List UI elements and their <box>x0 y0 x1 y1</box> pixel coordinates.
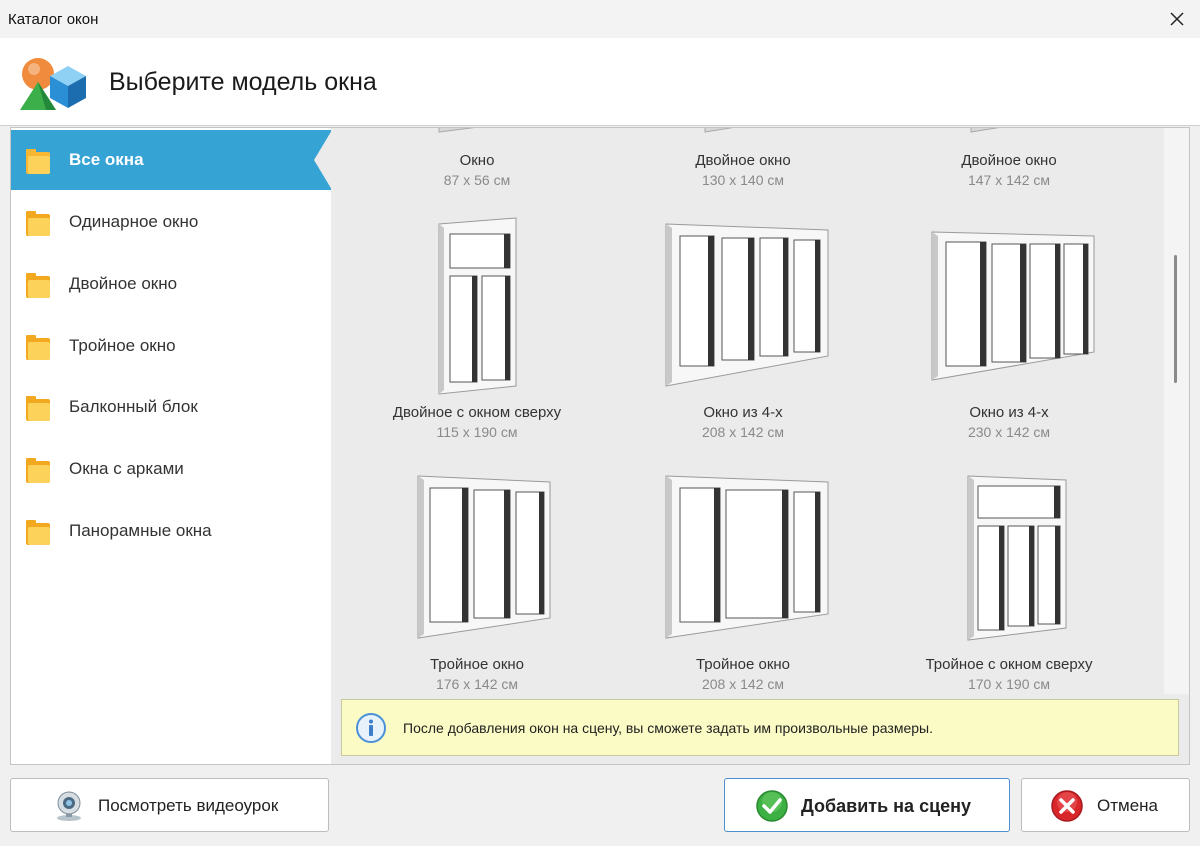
window-triple-icon <box>417 475 551 639</box>
folder-icon <box>26 335 50 360</box>
folder-icon <box>26 273 50 298</box>
window-model-item[interactable]: Двойное окно 130 x 140 см <box>610 128 876 188</box>
category-triple-window[interactable]: Тройное окно <box>11 316 331 376</box>
item-size: 147 x 142 см <box>967 172 1050 188</box>
cancel-circle-icon <box>1051 790 1083 822</box>
window-double-icon <box>704 128 734 133</box>
window-titlebar: Каталог окон <box>0 0 1200 38</box>
scrollbar-thumb[interactable] <box>1174 255 1177 383</box>
window-model-grid: Окно 87 x 56 см Двойное окно 130 x 140 с… <box>332 128 1164 694</box>
selection-arrow <box>314 130 332 190</box>
category-panoramic-windows[interactable]: Панорамные окна <box>11 501 331 561</box>
category-label: Все окна <box>69 150 144 169</box>
catalog-panel: Все окна Одинарное окно Двойное окно Тро… <box>10 127 1190 765</box>
item-size: 208 x 142 см <box>701 424 784 440</box>
item-size: 87 x 56 см <box>443 172 511 188</box>
window-triple-top-icon <box>967 475 1067 641</box>
item-size: 230 x 142 см <box>967 424 1050 440</box>
window-double-top-icon <box>438 217 517 395</box>
category-arched-windows[interactable]: Окна с арками <box>11 439 331 499</box>
cancel-button[interactable]: Отмена <box>1021 778 1190 832</box>
category-label: Балконный блок <box>69 397 198 416</box>
catalog-logo-icon <box>20 58 86 110</box>
category-all-windows[interactable]: Все окна <box>11 130 332 190</box>
category-sidebar: Все окна Одинарное окно Двойное окно Тро… <box>11 128 332 764</box>
category-single-window[interactable]: Одинарное окно <box>11 192 331 252</box>
category-label: Одинарное окно <box>69 212 199 231</box>
item-name: Тройное с окном сверху <box>925 656 1093 673</box>
item-size: 170 x 190 см <box>967 676 1050 692</box>
item-name: Двойное окно <box>961 152 1057 169</box>
info-icon <box>356 713 386 743</box>
dialog-header: Выберите модель окна <box>0 38 1200 126</box>
folder-icon <box>26 520 50 545</box>
item-size: 130 x 140 см <box>701 172 784 188</box>
window-model-item[interactable]: Двойное окно 147 x 142 см <box>876 128 1142 188</box>
folder-icon <box>26 211 50 236</box>
page-title: Выберите модель окна <box>109 68 377 96</box>
item-name: Окно из 4-х <box>969 404 1049 421</box>
window-double-icon <box>970 128 1000 133</box>
item-name: Двойное окно <box>695 152 791 169</box>
item-name: Окно из 4-х <box>703 404 783 421</box>
category-label: Панорамные окна <box>69 521 212 540</box>
window-model-item[interactable]: Тройное окно 208 x 142 см <box>610 468 876 694</box>
item-name: Двойное с окном сверху <box>392 404 562 421</box>
category-label: Двойное окно <box>69 274 178 293</box>
window-title: Каталог окон <box>8 10 99 28</box>
category-label: Тройное окно <box>69 336 176 355</box>
grid-scrollbar[interactable] <box>1164 128 1189 694</box>
window-model-item[interactable]: Окно из 4-х 230 x 142 см <box>876 216 1142 466</box>
folder-icon <box>26 458 50 483</box>
close-icon <box>1170 12 1184 26</box>
info-text: После добавления окон на сцену, вы сможе… <box>403 720 933 736</box>
check-circle-icon <box>756 790 788 822</box>
window-quad-icon <box>665 223 829 387</box>
info-banner: После добавления окон на сцену, вы сможе… <box>341 699 1179 756</box>
window-quad-icon <box>931 231 1095 381</box>
watch-video-button[interactable]: Посмотреть видеоурок <box>10 778 329 832</box>
window-model-item[interactable]: Окно 87 x 56 см <box>344 128 610 188</box>
category-label: Окна с арками <box>69 459 184 478</box>
window-model-item[interactable]: Тройное окно 176 x 142 см <box>344 468 610 694</box>
folder-icon <box>26 396 50 421</box>
window-model-item[interactable]: Окно из 4-х 208 x 142 см <box>610 216 876 466</box>
watch-video-label: Посмотреть видеоурок <box>98 796 279 815</box>
item-name: Тройное окно <box>695 656 791 673</box>
window-single-icon <box>438 128 475 133</box>
item-size: 115 x 190 см <box>436 424 518 440</box>
window-model-item[interactable]: Двойное с окном сверху 115 x 190 см <box>344 216 610 466</box>
item-size: 208 x 142 см <box>701 676 784 692</box>
add-to-scene-label: Добавить на сцену <box>801 796 972 816</box>
add-to-scene-button[interactable]: Добавить на сцену <box>724 778 1010 832</box>
category-balcony-block[interactable]: Балконный блок <box>11 377 331 437</box>
window-model-item[interactable]: Тройное с окном сверху 170 x 190 см <box>876 468 1142 694</box>
item-size: 176 x 142 см <box>435 676 518 692</box>
window-triple-wide-icon <box>665 475 829 639</box>
item-name: Окно <box>459 152 495 169</box>
folder-icon <box>26 149 50 174</box>
close-button[interactable] <box>1154 0 1200 38</box>
item-name: Тройное окно <box>429 656 525 673</box>
webcam-icon <box>57 791 81 821</box>
cancel-label: Отмена <box>1097 796 1158 815</box>
category-double-window[interactable]: Двойное окно <box>11 254 331 314</box>
